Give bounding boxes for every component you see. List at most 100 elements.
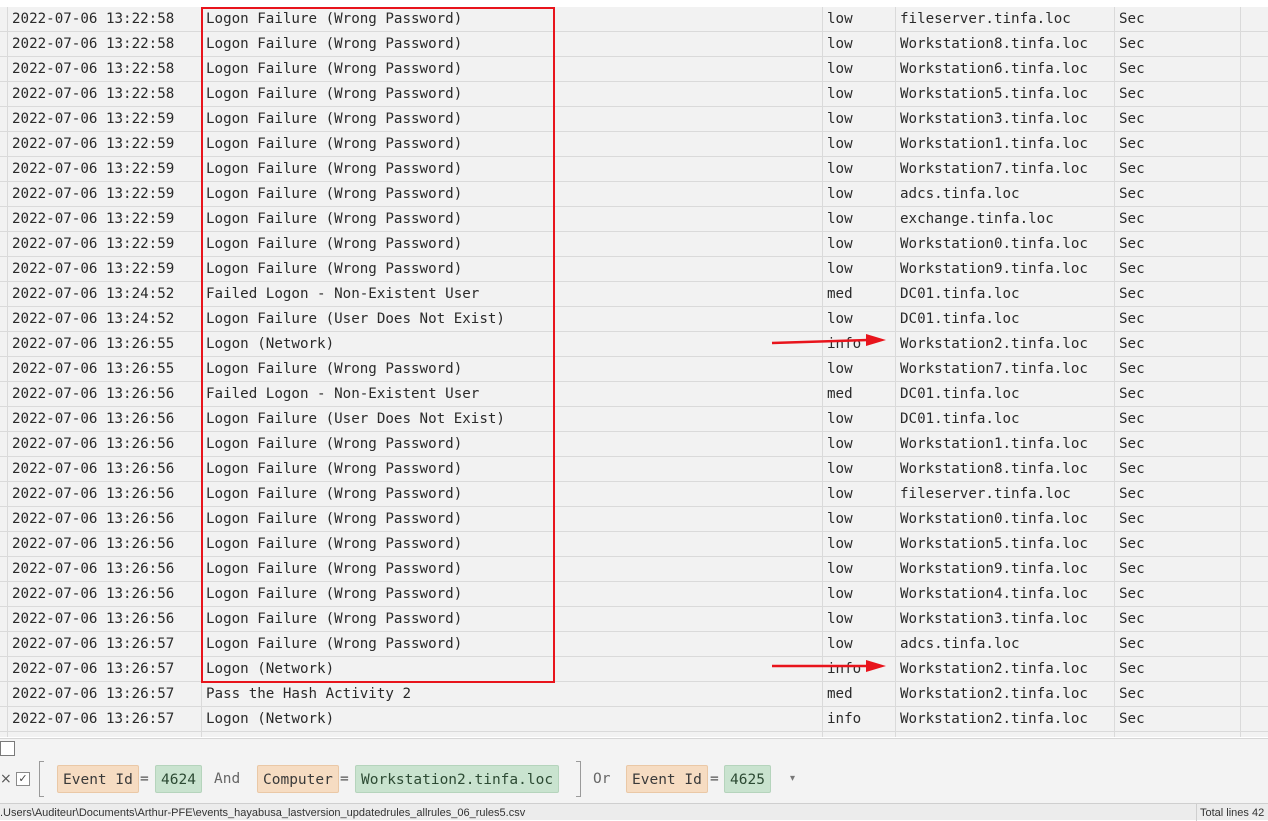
table-row[interactable]: 2022-07-06 13:22:58 Logon Failure (Wrong …	[0, 7, 1268, 32]
filter-operator[interactable]: =	[140, 765, 149, 793]
cell-computer: Workstation2.tinfa.loc	[896, 332, 1115, 356]
select-all-checkbox[interactable]	[0, 741, 15, 756]
cell-channel: Sec	[1115, 132, 1241, 156]
table-row[interactable]: 2022-07-06 13:26:56 Logon Failure (Wrong …	[0, 507, 1268, 532]
filter-field-chip[interactable]: Event Id	[626, 765, 708, 793]
table-row[interactable]: 2022-07-06 13:22:59 Logon Failure (Wrong …	[0, 132, 1268, 157]
table-row[interactable]: 2022-07-06 13:26:56 Logon Failure (Wrong …	[0, 582, 1268, 607]
cell-level: low	[823, 407, 896, 431]
enable-filter-checkbox[interactable]: ✓	[16, 772, 30, 786]
cell-title: Logon Failure (Wrong Password)	[202, 257, 823, 281]
cell-extra	[1241, 482, 1268, 506]
table-row[interactable]: 2022-07-06 13:26:57Pass the Hash Activit…	[0, 732, 1268, 737]
cell-level: low	[823, 257, 896, 281]
table-row[interactable]: 2022-07-06 13:24:52 Failed Logon - Non-Ex…	[0, 282, 1268, 307]
cell-computer: Workstation0.tinfa.loc	[896, 232, 1115, 256]
table-row[interactable]: 2022-07-06 13:26:56 Logon Failure (Wrong …	[0, 482, 1268, 507]
table-row[interactable]: 2022-07-06 13:22:59 Logon Failure (Wrong …	[0, 257, 1268, 282]
cell-time: 2022-07-06 13:26:55	[7, 357, 202, 381]
table-row[interactable]: 2022-07-06 13:26:57 Logon (Network) info Wo…	[0, 707, 1268, 732]
filter-value-chip[interactable]: 4625	[724, 765, 771, 793]
cell-title: Logon Failure (Wrong Password)	[202, 457, 823, 481]
filter-field-chip[interactable]: Event Id	[57, 765, 139, 793]
table-row[interactable]: 2022-07-06 13:26:56 Failed Logon - Non-Ex…	[0, 382, 1268, 407]
cell-level: low	[823, 307, 896, 331]
table-row[interactable]: 2022-07-06 13:22:58 Logon Failure (Wrong …	[0, 57, 1268, 82]
cell-extra	[1241, 57, 1268, 81]
cell-level: med	[823, 382, 896, 406]
cell-time: 2022-07-06 13:26:55	[7, 332, 202, 356]
cell-computer: Workstation3.tinfa.loc	[896, 607, 1115, 631]
table-row[interactable]: 2022-07-06 13:26:57 Logon (Network) info Wo…	[0, 657, 1268, 682]
table-row[interactable]: 2022-07-06 13:26:55 Logon (Network) info Wo…	[0, 332, 1268, 357]
cell-extra	[1241, 307, 1268, 331]
cell-computer: Workstation6.tinfa.loc	[896, 57, 1115, 81]
cell-level: low	[823, 157, 896, 181]
cell-extra	[1241, 257, 1268, 281]
cell-level: low	[823, 582, 896, 606]
cell-extra	[1241, 332, 1268, 356]
table-row[interactable]: 2022-07-06 13:22:58 Logon Failure (Wrong …	[0, 32, 1268, 57]
table-row[interactable]: 2022-07-06 13:22:59 Logon Failure (Wrong …	[0, 157, 1268, 182]
filter-value-chip[interactable]: Workstation2.tinfa.loc	[355, 765, 560, 793]
table-row[interactable]: 2022-07-06 13:26:56 Logon Failure (User D…	[0, 407, 1268, 432]
cell-channel: Sec	[1115, 282, 1241, 306]
cell-level: low	[823, 182, 896, 206]
cell-time: 2022-07-06 13:26:57	[7, 707, 202, 731]
filter-field-chip[interactable]: Computer	[257, 765, 339, 793]
table-row[interactable]: 2022-07-06 13:26:56 Logon Failure (Wrong …	[0, 532, 1268, 557]
cell-title: Logon Failure (Wrong Password)	[202, 432, 823, 456]
cell-channel: Sec	[1115, 632, 1241, 656]
cell-title: Logon Failure (Wrong Password)	[202, 7, 823, 31]
status-bar: .Users\Auditeur\Documents\Arthur-PFE\eve…	[0, 803, 1268, 821]
cell-time: 2022-07-06 13:26:56	[7, 607, 202, 631]
table-row[interactable]: 2022-07-06 13:26:56 Logon Failure (Wrong …	[0, 432, 1268, 457]
cell-computer: Workstation7.tinfa.loc	[896, 157, 1115, 181]
cell-level: med	[823, 282, 896, 306]
cell-time: 2022-07-06 13:22:59	[7, 257, 202, 281]
table-row[interactable]: 2022-07-06 13:22:59 Logon Failure (Wrong …	[0, 107, 1268, 132]
cell-channel: Sec	[1115, 457, 1241, 481]
table-row[interactable]: 2022-07-06 13:26:56 Logon Failure (Wrong …	[0, 457, 1268, 482]
table-row[interactable]: 2022-07-06 13:26:56 Logon Failure (Wrong …	[0, 557, 1268, 582]
filter-and-label[interactable]: And	[214, 765, 240, 793]
table-row[interactable]: 2022-07-06 13:24:52 Logon Failure (User D…	[0, 307, 1268, 332]
cell-title: Failed Logon - Non-Existent User	[202, 282, 823, 306]
filter-or-label[interactable]: Or	[593, 765, 610, 793]
cell-extra	[1241, 582, 1268, 606]
cell-title: Logon Failure (Wrong Password)	[202, 632, 823, 656]
cell-time: 2022-07-06 13:22:59	[7, 232, 202, 256]
cell-channel: Sec	[1115, 107, 1241, 131]
cell-level: low	[823, 82, 896, 106]
cell-level: low	[823, 557, 896, 581]
table-row[interactable]: 2022-07-06 13:26:57 Logon Failure (Wrong …	[0, 632, 1268, 657]
table-row[interactable]: 2022-07-06 13:22:58 Logon Failure (Wrong …	[0, 82, 1268, 107]
filter-group-close-bracket	[576, 761, 581, 797]
filter-value-chip[interactable]: 4624	[155, 765, 202, 793]
table-row[interactable]: 2022-07-06 13:22:59 Logon Failure (Wrong …	[0, 232, 1268, 257]
cell-level: low	[823, 482, 896, 506]
clear-filter-icon[interactable]: ×	[0, 764, 12, 794]
cell-time: 2022-07-06 13:26:56	[7, 582, 202, 606]
cell-title: Logon Failure (Wrong Password)	[202, 607, 823, 631]
table-row[interactable]: 2022-07-06 13:26:56 Logon Failure (Wrong …	[0, 607, 1268, 632]
table-row[interactable]: 2022-07-06 13:22:59 Logon Failure (Wrong …	[0, 182, 1268, 207]
cell-level: low	[823, 432, 896, 456]
cell-time: 2022-07-06 13:22:58	[7, 82, 202, 106]
filter-operator[interactable]: =	[340, 765, 349, 793]
cell-extra	[1241, 607, 1268, 631]
cell-title: Logon (Network)	[202, 707, 823, 731]
cell-level: med	[823, 732, 896, 737]
cell-title: Logon Failure (Wrong Password)	[202, 532, 823, 556]
event-grid[interactable]: 2022-07-06 13:22:58 Logon Failure (Wrong …	[0, 7, 1268, 737]
total-lines: Total lines 42	[1200, 807, 1265, 819]
cell-time: 2022-07-06 13:26:56	[7, 532, 202, 556]
cell-channel: Sec	[1115, 382, 1241, 406]
table-row[interactable]: 2022-07-06 13:22:59 Logon Failure (Wrong …	[0, 207, 1268, 232]
cell-computer: Workstation2.tinfa.loc	[896, 707, 1115, 731]
cell-channel: Sec	[1115, 32, 1241, 56]
filter-dropdown-icon[interactable]: ▾	[790, 765, 795, 793]
table-row[interactable]: 2022-07-06 13:26:57Pass the Hash Activit…	[0, 682, 1268, 707]
filter-operator[interactable]: =	[710, 765, 719, 793]
table-row[interactable]: 2022-07-06 13:26:55 Logon Failure (Wrong …	[0, 357, 1268, 382]
